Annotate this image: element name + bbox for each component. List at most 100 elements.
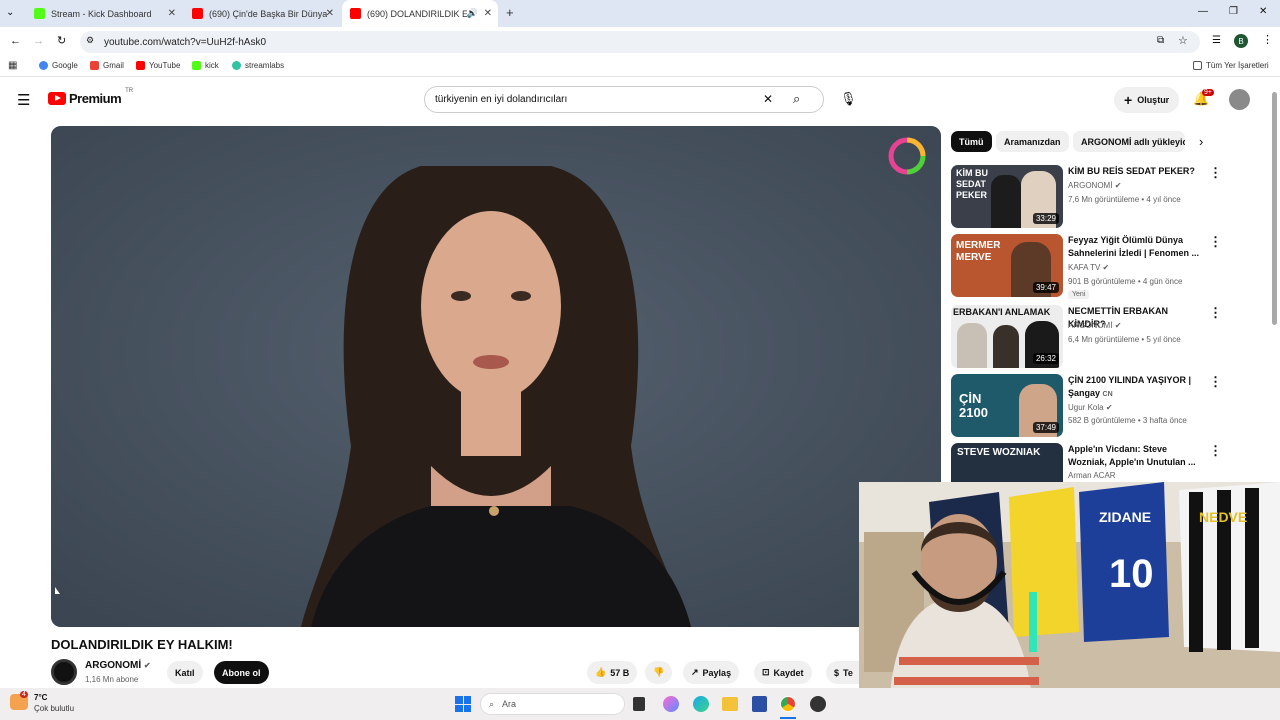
tab-title: (690) Çin'de Başka Bir Dünyada — [209, 8, 327, 19]
recommendation-item[interactable]: KİM BU SEDAT PEKER 33:29 KİM BU REİS SED… — [951, 165, 1271, 229]
store-icon[interactable] — [752, 696, 767, 712]
share-button[interactable]: ↗ Paylaş — [683, 661, 740, 684]
video-title[interactable]: KİM BU REİS SEDAT PEKER? — [1068, 165, 1200, 178]
install-icon[interactable]: ⧉ — [1157, 35, 1164, 46]
like-button[interactable]: 👍 57 B — [587, 661, 638, 684]
youtube-logo[interactable]: Premium TR — [48, 88, 133, 106]
menu-kebab-icon[interactable]: ⋮ — [1262, 33, 1273, 46]
channel-name[interactable]: KAFA TV ✔ — [1068, 263, 1109, 272]
bookmark-star-icon[interactable]: ☆ — [1178, 34, 1188, 47]
channel-avatar[interactable] — [51, 659, 77, 685]
new-badge: Yeni — [1068, 290, 1090, 299]
thumbnail-figure — [957, 323, 987, 368]
bookmark-streamlabs[interactable]: streamlabs — [232, 61, 284, 70]
chip-uploader[interactable]: ARGONOMİ adlı yükleyic — [1073, 131, 1185, 152]
thumbs-up-icon: 👍 — [595, 667, 607, 677]
back-icon[interactable]: ← — [10, 35, 21, 47]
hamburger-menu-icon[interactable]: ☰ — [17, 91, 30, 109]
close-tab-icon[interactable]: ✕ — [326, 8, 334, 19]
channel-name[interactable]: Arman ACAR — [1068, 471, 1116, 480]
clear-search-icon[interactable]: ✕ — [763, 92, 773, 106]
bookmark-label: streamlabs — [245, 61, 285, 70]
create-button[interactable]: + Oluştur — [1114, 87, 1180, 113]
recommendation-item[interactable]: MERMER MERVE 39:47 Feyyaz Yiğit Ölümlü D… — [951, 234, 1271, 304]
tab-cin-video[interactable]: (690) Çin'de Başka Bir Dünyada ✕ — [184, 0, 340, 27]
obs-icon[interactable] — [810, 696, 826, 712]
country-tag: CN — [1102, 391, 1113, 398]
duration-badge: 26:32 — [1032, 353, 1059, 364]
reload-icon[interactable]: ↻ — [57, 34, 66, 47]
bookmark-gmail[interactable]: Gmail — [90, 61, 124, 70]
apps-grid-icon[interactable]: ▦ — [8, 60, 17, 71]
join-button[interactable]: Katıl — [167, 661, 203, 684]
copilot-icon[interactable] — [663, 696, 679, 712]
bookmark-google[interactable]: Google — [39, 61, 78, 70]
subscribe-button[interactable]: Abone ol — [214, 661, 269, 684]
task-view-icon[interactable] — [633, 697, 645, 711]
media-controls-icon[interactable]: ☰ — [1212, 35, 1221, 46]
chrome-icon[interactable] — [780, 696, 796, 712]
page-scrollbar[interactable] — [1272, 92, 1277, 325]
svg-text:NEDVE: NEDVE — [1199, 509, 1247, 525]
minimize-icon[interactable]: — — [1198, 6, 1208, 17]
search-input[interactable]: türkiyenin en iyi dolandırıcıları ✕ ⌕ — [424, 86, 824, 113]
join-label: Katıl — [175, 667, 195, 678]
audio-playing-icon[interactable]: 🔊 — [467, 8, 478, 19]
file-explorer-icon[interactable] — [722, 697, 738, 711]
close-tab-icon[interactable]: ✕ — [168, 8, 176, 19]
restore-icon[interactable]: ❐ — [1229, 6, 1238, 17]
video-player[interactable] — [51, 126, 941, 627]
video-title[interactable]: ÇİN 2100 YILINDA YAŞIYOR | Şangay CN — [1068, 374, 1200, 401]
chevron-right-icon[interactable]: › — [1199, 134, 1203, 149]
chip-from-search[interactable]: Aramanızdan — [996, 131, 1069, 152]
video-thumbnail[interactable]: ERBAKAN'I ANLAMAK 26:32 — [951, 305, 1063, 368]
taskbar-search[interactable]: ⌕ Ara — [480, 693, 625, 715]
tab-kick-dashboard[interactable]: Stream - Kick Dashboard ✕ — [26, 0, 182, 27]
window-close-icon[interactable]: ✕ — [1259, 6, 1267, 17]
channel-name[interactable]: ARGONOMİ ✔ — [1068, 321, 1121, 330]
more-options-icon[interactable]: ⋮ — [1209, 234, 1222, 250]
microphone-icon[interactable]: 🎙 — [840, 91, 857, 107]
bookmark-kick[interactable]: kick — [192, 61, 219, 70]
channel-name[interactable]: Ugur Kola ✔ — [1068, 403, 1113, 412]
user-avatar[interactable] — [1229, 89, 1250, 110]
more-options-icon[interactable]: ⋮ — [1209, 443, 1222, 459]
more-options-icon[interactable]: ⋮ — [1209, 305, 1222, 321]
video-thumbnail[interactable]: STEVE WOZNIAK — [951, 443, 1063, 483]
url-text: youtube.com/watch?v=UuH2f-hAsk0 — [104, 36, 267, 48]
thumbnail-text: MERMER MERVE — [956, 240, 1001, 263]
recommendation-item[interactable]: ERBAKAN'I ANLAMAK 26:32 NECMETTİN ERBAKA… — [951, 305, 1271, 369]
tab-title: Stream - Kick Dashboard — [51, 8, 152, 19]
windows-start-icon[interactable] — [455, 696, 471, 712]
recommendation-item[interactable]: STEVE WOZNIAK Apple'ın Vicdanı: Steve Wo… — [951, 443, 1271, 483]
youtube-play-logo-icon — [48, 92, 66, 105]
site-info-icon[interactable]: ⚙ — [86, 35, 94, 46]
forward-icon[interactable]: → — [33, 35, 44, 47]
video-thumbnail[interactable]: MERMER MERVE 39:47 — [951, 234, 1063, 297]
video-thumbnail[interactable]: KİM BU SEDAT PEKER 33:29 — [951, 165, 1063, 228]
chip-all[interactable]: Tümü — [951, 131, 992, 152]
close-tab-icon[interactable]: ✕ — [484, 8, 492, 19]
search-icon[interactable]: ⌕ — [793, 91, 800, 107]
mouse-cursor-icon — [55, 587, 60, 594]
tab-current-video[interactable]: (690) DOLANDIRILDIK EY H 🔊 ✕ — [342, 0, 498, 27]
more-options-icon[interactable]: ⋮ — [1209, 165, 1222, 181]
edge-icon[interactable] — [693, 696, 709, 712]
address-bar[interactable]: ⚙ youtube.com/watch?v=UuH2f-hAsk0 — [80, 31, 1200, 53]
recommendation-item[interactable]: ÇİN 2100 37:49 ÇİN 2100 YILINDA YAŞIYOR … — [951, 374, 1271, 438]
video-title[interactable]: Feyyaz Yiğit Ölümlü Dünya Sahnelerini İz… — [1068, 234, 1200, 260]
bookmark-youtube[interactable]: YouTube — [136, 61, 180, 70]
all-bookmarks[interactable]: Tüm Yer İşaretleri — [1193, 61, 1269, 70]
video-thumbnail[interactable]: ÇİN 2100 37:49 — [951, 374, 1063, 437]
channel-name[interactable]: ARGONOMİ ✔ — [85, 660, 151, 671]
video-meta: 901 B görüntüleme • 4 gün önce — [1068, 277, 1183, 286]
dislike-button[interactable]: 👎 — [645, 661, 673, 684]
more-options-icon[interactable]: ⋮ — [1209, 374, 1222, 390]
save-button[interactable]: ⊡ Kaydet — [754, 661, 812, 684]
profile-avatar[interactable]: B — [1234, 34, 1248, 48]
channel-name[interactable]: ARGONOMİ ✔ — [1068, 181, 1121, 190]
tab-list-chevron-icon[interactable]: ⌄ — [6, 7, 14, 18]
new-tab-icon[interactable]: + — [506, 5, 514, 20]
video-title[interactable]: Apple'ın Vicdanı: Steve Wozniak, Apple'ı… — [1068, 443, 1200, 469]
logo-text: Premium — [69, 91, 122, 106]
